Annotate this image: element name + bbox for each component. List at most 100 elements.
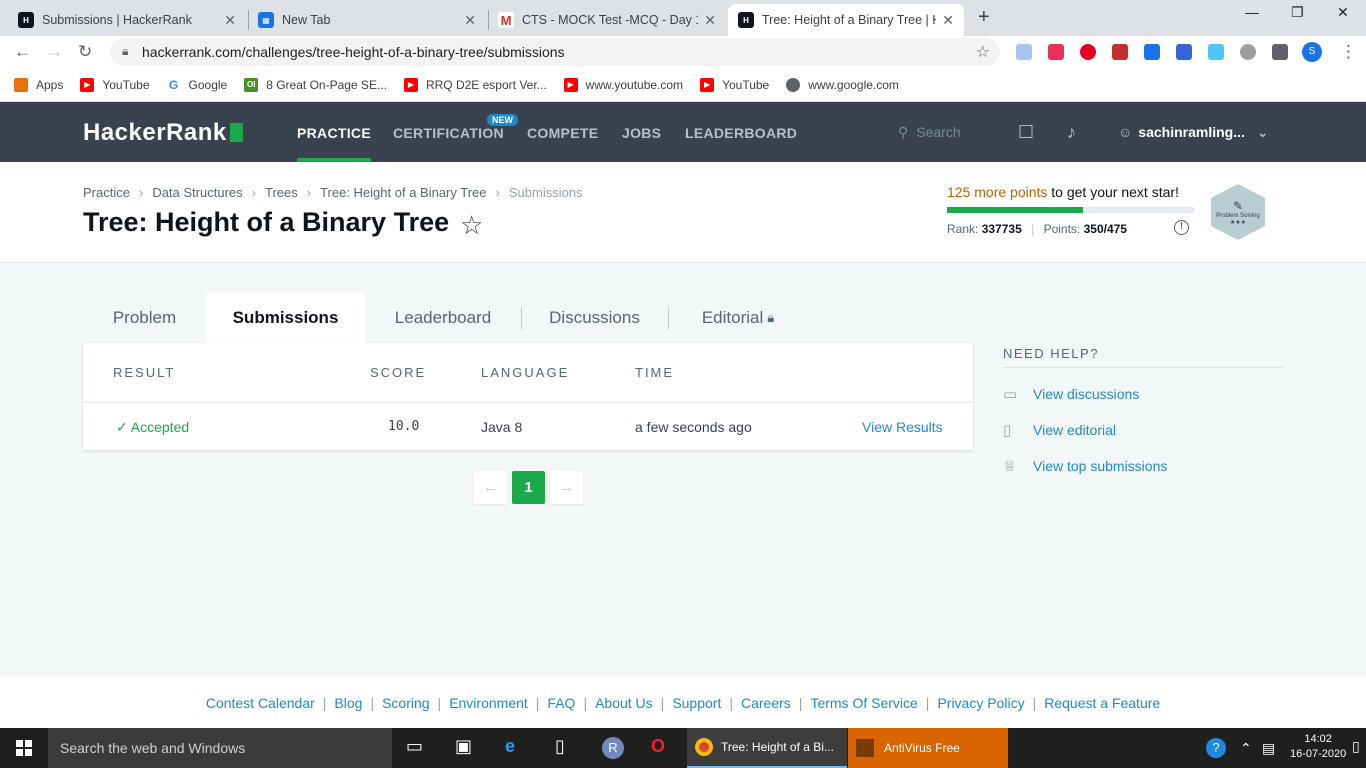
taskbar-chrome-app[interactable]: Tree: Height of a Bi... [687, 728, 847, 768]
footer-link-faq[interactable]: FAQ [547, 695, 575, 711]
bookmark-onpage-seo[interactable]: OI 8 Great On-Page SE... [244, 77, 387, 92]
tab-submissions[interactable]: Submissions [206, 293, 365, 343]
minimize-icon[interactable]: — [1245, 4, 1259, 20]
windows-start-icon[interactable] [16, 740, 32, 756]
nav-practice[interactable]: PRACTICE [297, 125, 371, 162]
taskbar-search[interactable]: Search the web and Windows [48, 728, 392, 768]
circle-extension-icon[interactable] [1240, 44, 1256, 60]
footer-link-scoring[interactable]: Scoring [382, 695, 429, 711]
points-needed: 125 more points [947, 184, 1048, 200]
window-close-icon[interactable]: ✕ [1337, 4, 1349, 21]
view-results-link[interactable]: View Results [862, 419, 943, 435]
pagination-prev[interactable]: ← [474, 471, 507, 504]
breadcrumb-practice[interactable]: Practice [83, 185, 130, 200]
tab-leaderboard[interactable]: Leaderboard [365, 293, 521, 343]
bookmark-rrq[interactable]: ▶ RRQ D2E esport Ver... [403, 77, 547, 92]
close-icon[interactable]: ✕ [942, 12, 954, 29]
tab-problem[interactable]: Problem [83, 293, 206, 343]
taskbar-clock[interactable]: 14:02 16-07-2020 [1290, 732, 1346, 762]
lock-icon: 🔒︎ [767, 310, 775, 325]
notifications-bell-icon[interactable]: ♪ [1067, 122, 1076, 143]
extension-icon[interactable] [1016, 44, 1032, 60]
translate-extension-icon[interactable] [1208, 44, 1224, 60]
bookmark-star-icon[interactable]: ☆ [976, 42, 990, 62]
nav-jobs[interactable]: JOBS [622, 125, 661, 141]
clapper-extension-icon[interactable] [1176, 44, 1192, 60]
chevron-up-icon[interactable]: ⌃ [1240, 740, 1252, 757]
action-center-icon[interactable]: ▯ [1352, 738, 1360, 755]
footer-link-careers[interactable]: Careers [741, 695, 791, 711]
search-extension-icon[interactable] [1144, 44, 1160, 60]
breadcrumb-challenge[interactable]: Tree: Height of a Binary Tree [320, 185, 486, 200]
forward-icon[interactable]: → [46, 42, 63, 62]
bookmark-apps[interactable]: Apps [14, 77, 63, 92]
footer-link-terms[interactable]: Terms Of Service [810, 695, 917, 711]
pagination-next[interactable]: → [550, 471, 583, 504]
youtube-extension-icon[interactable] [1112, 44, 1128, 60]
pdf-extension-icon[interactable] [1048, 44, 1064, 60]
footer-link-environment[interactable]: Environment [449, 695, 528, 711]
nav-search[interactable]: ⚲ Search [898, 124, 961, 141]
footer-link-support[interactable]: Support [672, 695, 721, 711]
user-menu[interactable]: ☺ sachinramling... ⌄ [1118, 124, 1269, 141]
new-tab-favicon-icon: ▦ [258, 12, 274, 28]
notification-icon[interactable]: ▤ [1262, 740, 1275, 757]
nav-certification[interactable]: CERTIFICATION [393, 125, 504, 141]
address-bar[interactable]: 🔒︎ hackerrank.com/challenges/tree-height… [110, 38, 1000, 66]
back-icon[interactable]: ← [14, 42, 31, 62]
messages-icon[interactable]: ☐ [1018, 122, 1034, 143]
close-icon[interactable]: ✕ [704, 12, 716, 29]
restore-icon[interactable]: ❐ [1291, 4, 1304, 21]
bookmark-label: www.google.com [808, 77, 899, 92]
view-discussions-link[interactable]: ▭ View discussions [1003, 385, 1139, 403]
breadcrumb-trees[interactable]: Trees [265, 185, 298, 200]
bookmark-youtube-com[interactable]: ▶ www.youtube.com [563, 77, 683, 92]
hackerrank-logo[interactable]: HackerRank [83, 119, 243, 147]
app-title: AntiVirus Free [884, 741, 960, 755]
footer-link-contest-calendar[interactable]: Contest Calendar [206, 695, 315, 711]
profile-avatar[interactable]: S [1302, 42, 1322, 62]
column-header-time: TIME [635, 365, 675, 380]
footer-link-request-feature[interactable]: Request a Feature [1044, 695, 1160, 711]
breadcrumb-data-structures[interactable]: Data Structures [152, 185, 242, 200]
file-icon[interactable]: ▯ [555, 736, 565, 757]
browser-tab[interactable]: M CTS - MOCK Test -MCQ - Day 1- ✕ [488, 4, 726, 36]
close-icon[interactable]: ✕ [224, 12, 236, 29]
footer-link-about-us[interactable]: About Us [595, 695, 653, 711]
username: sachinramling... [1138, 124, 1245, 140]
tab-editorial[interactable]: Editorial 🔒︎ [668, 293, 808, 343]
reload-icon[interactable]: ↻ [78, 42, 92, 62]
bookmark-youtube-2[interactable]: ▶ YouTube [700, 77, 769, 92]
pinterest-icon[interactable] [1080, 44, 1096, 60]
browser-tab-active[interactable]: H Tree: Height of a Binary Tree | Ha ✕ [728, 4, 964, 36]
pagination-page-1[interactable]: 1 [512, 471, 545, 504]
footer-link-privacy[interactable]: Privacy Policy [937, 695, 1024, 711]
opera-icon[interactable]: O [651, 736, 665, 757]
bookmark-youtube[interactable]: ▶ YouTube [80, 77, 150, 92]
taskbar-antivirus-app[interactable]: AntiVirus Free [848, 728, 1008, 768]
store-icon[interactable]: ▣ [455, 736, 472, 757]
problem-solving-badge[interactable]: ✎ Problem Solving ★★★ [1211, 184, 1265, 240]
tab-discussions[interactable]: Discussions [521, 293, 668, 343]
info-icon[interactable]: ! [1174, 220, 1189, 235]
nav-compete[interactable]: COMPETE [527, 125, 598, 141]
column-header-language: LANGUAGE [481, 365, 570, 380]
view-top-submissions-link[interactable]: ♕ View top submissions [1003, 457, 1167, 475]
r-app-icon[interactable]: R [602, 737, 624, 759]
task-view-icon[interactable]: ▭ [406, 736, 423, 757]
view-editorial-link[interactable]: ▯ View editorial [1003, 421, 1116, 439]
help-tray-icon[interactable]: ? [1206, 738, 1226, 758]
edge-icon[interactable]: e [505, 736, 515, 757]
clock-date: 16-07-2020 [1290, 748, 1347, 760]
nav-leaderboard[interactable]: LEADERBOARD [685, 125, 797, 141]
bookmark-google-com[interactable]: www.google.com [786, 77, 899, 92]
menu-kebab-icon[interactable]: ⋮ [1340, 42, 1357, 62]
browser-tab[interactable]: H Submissions | HackerRank ✕ [8, 4, 246, 36]
browser-tab[interactable]: ▦ New Tab ✕ [248, 4, 486, 36]
bookmark-star-icon[interactable]: ☆ [460, 210, 483, 241]
puzzle-extensions-icon[interactable] [1272, 44, 1288, 60]
new-tab-icon[interactable]: + [978, 6, 990, 29]
bookmark-google[interactable]: G Google [166, 77, 227, 92]
close-icon[interactable]: ✕ [464, 12, 476, 29]
footer-link-blog[interactable]: Blog [334, 695, 362, 711]
